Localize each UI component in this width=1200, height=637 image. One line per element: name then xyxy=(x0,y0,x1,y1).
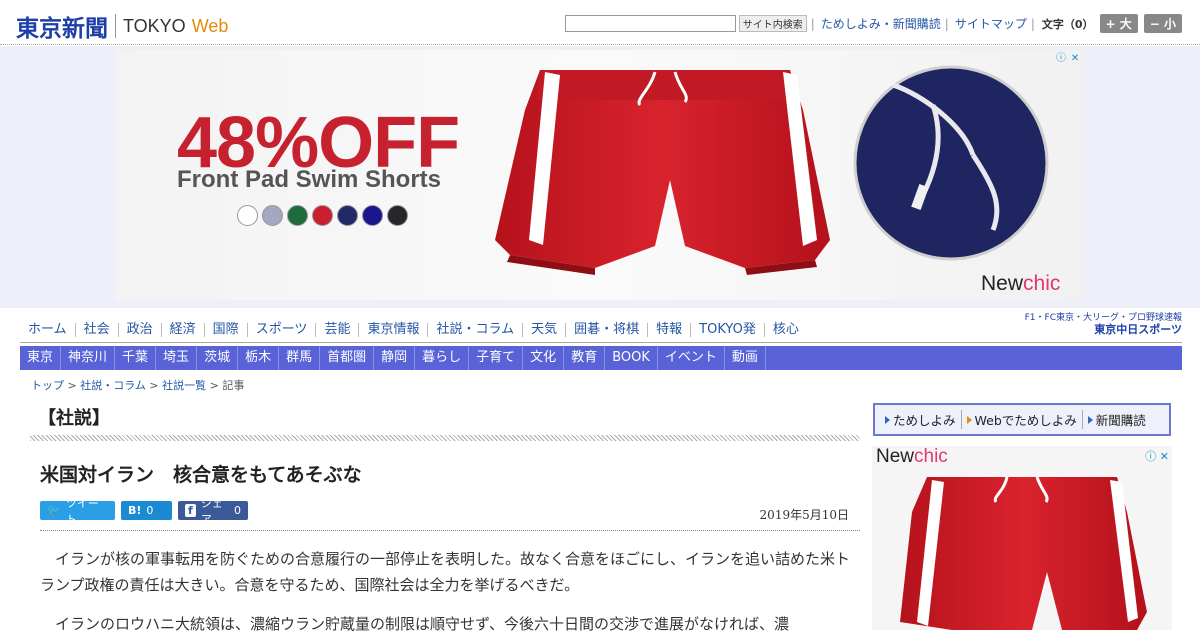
search-input[interactable] xyxy=(564,15,736,32)
primary-nav-item-13[interactable]: 核心 xyxy=(765,323,807,337)
newchic-logo[interactable]: Newchic xyxy=(981,272,1060,296)
subscribe-link[interactable]: 新聞購読 xyxy=(1083,410,1151,429)
hatena-bookmark-button[interactable]: B! 0 xyxy=(121,501,172,520)
regional-nav-item-8[interactable]: 静岡 xyxy=(374,346,416,370)
ad-close-icon[interactable]: ✕ xyxy=(1068,52,1082,66)
ad-subline: Front Pad Swim Shorts xyxy=(177,166,442,193)
ad-close-icon[interactable]: ✕ xyxy=(1160,450,1169,463)
text-size-label: 文字（0） xyxy=(1041,17,1094,31)
publish-date: 2019年5月10日 xyxy=(759,508,849,522)
color-swatch-1[interactable] xyxy=(262,205,283,226)
ad-choices[interactable]: ⓘ ✕ xyxy=(1054,52,1082,66)
ad-info-icon[interactable]: ⓘ xyxy=(1145,450,1156,463)
regional-nav-item-12[interactable]: 教育 xyxy=(564,346,606,370)
tokyo-chunichi-sports-banner[interactable]: F1・FC東京・大リーグ・プロ野球速報 東京中日スポーツ xyxy=(1025,312,1182,336)
sidebar-ad[interactable]: Newchic ⓘ ✕ xyxy=(872,446,1172,630)
divider: | xyxy=(810,16,815,31)
divider: | xyxy=(944,16,949,31)
article-paragraph-2: イランのロウハニ大統領は、濃縮ウラン貯蔵量の制限は順守せず、今後六十日間の交渉で… xyxy=(55,615,789,633)
article-paragraph-1: イランが核の軍事転用を防ぐための合意履行の一部停止を表明した。故なく合意をほごに… xyxy=(40,550,851,594)
logo-tokyo-text[interactable]: TOKYO xyxy=(123,16,186,37)
hatena-bookmark-icon: B! xyxy=(128,504,142,517)
regional-nav-item-10[interactable]: 子育て xyxy=(469,346,524,370)
sitemap-link[interactable]: サイトマップ xyxy=(955,15,1027,32)
facebook-icon: f xyxy=(185,504,196,517)
color-swatches xyxy=(237,205,412,226)
trial-read-link[interactable]: ためしよみ xyxy=(880,410,962,429)
breadcrumb-editorial-list[interactable]: 社説一覧 xyxy=(162,379,206,392)
regional-nav-item-14[interactable]: イベント xyxy=(658,346,725,370)
color-swatch-6[interactable] xyxy=(387,205,408,226)
regional-nav: 東京 神奈川 千葉 埼玉 茨城 栃木 群馬 首都圏 静岡 暮らし 子育て 文化 教育 BOOK イベント 動画 xyxy=(20,346,1182,370)
primary-nav: ホーム 社会 政治 経済 国際 スポーツ 芸能 東京情報 社説・コラム 天気 囲碁・将棋 特報 TOKY… xyxy=(20,313,1182,343)
regional-nav-item-15[interactable]: 動画 xyxy=(725,346,766,370)
text-size-increase-button[interactable]: + 大 xyxy=(1099,14,1138,33)
navy-shorts-detail-image xyxy=(853,65,1049,261)
primary-nav-item-7[interactable]: 東京情報 xyxy=(359,323,429,337)
sidebar-ad-choices[interactable]: ⓘ ✕ xyxy=(1145,448,1169,464)
article-headline: 米国対イラン 核合意をもてあそぶな xyxy=(40,464,362,486)
facebook-share-button[interactable]: f シェア 0 xyxy=(178,497,248,526)
tweet-button[interactable]: 🐦 ツイート xyxy=(40,497,115,526)
arrow-icon xyxy=(966,415,972,424)
breadcrumb: トップ > 社説・コラム > 社説一覧 > 記事 xyxy=(31,379,245,392)
sidebar-swim-shorts-image xyxy=(900,476,1147,630)
logo-web-text[interactable]: Web xyxy=(192,16,229,37)
primary-nav-item-10[interactable]: 囲碁・将棋 xyxy=(566,323,649,337)
site-header: 東京新聞 TOKYO Web サイト内検索 | ためしよみ・新聞購読 | サイト… xyxy=(0,0,1200,45)
regional-nav-item-9[interactable]: 暮らし xyxy=(415,346,470,370)
color-swatch-0[interactable] xyxy=(237,205,258,226)
section-title: 【社説】 xyxy=(38,408,110,429)
chunichi-logo: 東京中日スポーツ xyxy=(1094,323,1182,336)
ad-info-icon[interactable]: ⓘ xyxy=(1054,52,1068,66)
regional-nav-item-4[interactable]: 茨城 xyxy=(197,346,239,370)
divider: | xyxy=(1030,16,1035,31)
site-logo[interactable]: 東京新聞 TOKYO Web xyxy=(16,9,228,43)
regional-nav-item-3[interactable]: 埼玉 xyxy=(156,346,198,370)
sidebar-newchic-logo: Newchic xyxy=(876,446,948,467)
web-trial-read-link[interactable]: Webでためしよみ xyxy=(962,410,1083,429)
ad-banner[interactable]: 48%OFF Front Pad Swim Shorts Newchic ⓘ ✕ xyxy=(115,50,1084,300)
section-divider xyxy=(30,435,860,441)
arrow-icon xyxy=(885,415,890,424)
primary-nav-item-11[interactable]: 特報 xyxy=(648,323,692,337)
regional-nav-item-0[interactable]: 東京 xyxy=(20,346,62,370)
primary-nav-item-0[interactable]: ホーム xyxy=(20,323,76,337)
primary-nav-item-12[interactable]: TOKYO発 xyxy=(691,323,765,337)
regional-nav-item-5[interactable]: 栃木 xyxy=(238,346,280,370)
breadcrumb-editorial[interactable]: 社説・コラム xyxy=(80,379,146,392)
text-size-decrease-button[interactable]: − 小 xyxy=(1143,14,1182,33)
swim-shorts-image xyxy=(495,70,830,275)
search-button[interactable]: サイト内検索 xyxy=(738,15,807,32)
primary-nav-item-2[interactable]: 政治 xyxy=(119,323,162,337)
header-tools: サイト内検索 | ためしよみ・新聞購読 | サイトマップ | 文字（0） + 大… xyxy=(564,14,1182,33)
primary-nav-item-8[interactable]: 社説・コラム xyxy=(428,323,524,337)
primary-nav-item-4[interactable]: 国際 xyxy=(205,323,248,337)
dotted-divider xyxy=(40,530,860,531)
regional-nav-item-7[interactable]: 首都圏 xyxy=(320,346,375,370)
primary-nav-item-9[interactable]: 天気 xyxy=(523,323,567,337)
primary-nav-item-1[interactable]: 社会 xyxy=(76,323,119,337)
color-swatch-5[interactable] xyxy=(362,205,383,226)
regional-nav-item-1[interactable]: 神奈川 xyxy=(61,346,116,370)
regional-nav-item-13[interactable]: BOOK xyxy=(605,346,658,370)
color-swatch-3[interactable] xyxy=(312,205,333,226)
regional-nav-item-2[interactable]: 千葉 xyxy=(115,346,157,370)
primary-nav-item-5[interactable]: スポーツ xyxy=(248,323,317,337)
color-swatch-4[interactable] xyxy=(337,205,358,226)
breadcrumb-current: 記事 xyxy=(222,379,245,392)
logo-divider xyxy=(115,14,116,38)
logo-tokyo-shimbun[interactable]: 東京新聞 xyxy=(16,9,108,43)
primary-nav-item-3[interactable]: 経済 xyxy=(162,323,205,337)
arrow-icon xyxy=(1087,415,1093,424)
regional-nav-item-6[interactable]: 群馬 xyxy=(279,346,321,370)
trial-subscribe-link[interactable]: ためしよみ・新聞購読 xyxy=(821,15,941,32)
twitter-bird-icon: 🐦 xyxy=(47,504,61,517)
primary-nav-item-6[interactable]: 芸能 xyxy=(316,323,360,337)
breadcrumb-top[interactable]: トップ xyxy=(31,379,64,392)
subscription-links-box: ためしよみ Webでためしよみ 新聞購読 xyxy=(873,403,1171,436)
regional-nav-item-11[interactable]: 文化 xyxy=(523,346,565,370)
color-swatch-2[interactable] xyxy=(287,205,308,226)
share-buttons: 🐦 ツイート B! 0 f シェア 0 xyxy=(40,497,254,526)
